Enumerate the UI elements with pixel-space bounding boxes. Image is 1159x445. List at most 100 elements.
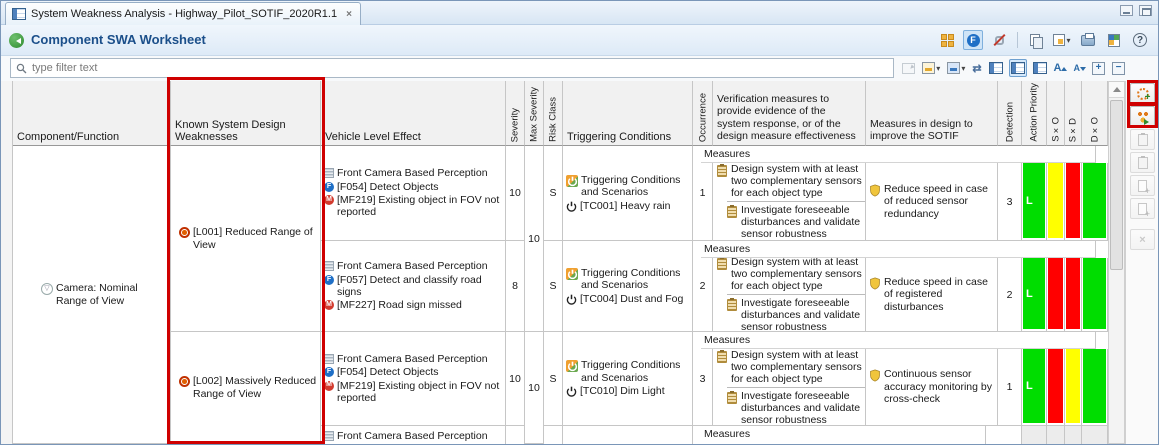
action-priority-cell[interactable]: L [1022, 349, 1047, 426]
detection-cell[interactable]: 1 [998, 349, 1022, 426]
measures-band: Measures [701, 332, 1096, 349]
detection-cell[interactable] [998, 426, 1022, 444]
sxo-cell[interactable] [1047, 426, 1065, 444]
design-measure-cell[interactable]: Reduce speed in case of reduced sensor r… [866, 163, 998, 241]
action-priority-cell[interactable] [1022, 426, 1047, 444]
triggering-cell[interactable] [563, 426, 693, 444]
col-header-design-measures[interactable]: Measures in design to improve the SOTIF [866, 81, 998, 146]
sxd-status [1066, 258, 1080, 329]
vehicle-effect-cell[interactable]: Front Camera Based Perception F[F054] De… [321, 146, 506, 241]
sxo-cell[interactable] [1047, 258, 1065, 332]
hide-not-relevant-icon[interactable] [989, 30, 1009, 50]
col-header-verification[interactable]: Verification measures to provide evidenc… [713, 81, 866, 146]
function-icon: F [324, 367, 334, 377]
font-increase-icon[interactable]: A [1053, 59, 1068, 77]
risk-class-cell[interactable]: S [544, 332, 563, 426]
mark-marker-dropdown-icon[interactable]: ▾ [946, 59, 966, 77]
vehicle-effect-cell[interactable]: Front Camera Based Perception F[F054] De… [321, 332, 506, 426]
col-header-occurrence[interactable]: Occurrence [693, 81, 713, 146]
scrollbar-thumb[interactable] [1110, 100, 1123, 270]
col-header-risk-class[interactable]: Risk Class [544, 81, 563, 146]
minimize-icon[interactable] [1120, 5, 1133, 16]
collapse-all-icon[interactable]: − [1111, 59, 1126, 77]
copy-icon[interactable] [1026, 30, 1046, 50]
table-view-icon[interactable] [988, 59, 1004, 77]
verification-measures-cell[interactable]: Design system with at least two compleme… [713, 163, 866, 241]
col-header-max-severity[interactable]: Max Severity [525, 81, 544, 146]
risk-class-cell[interactable]: S [544, 241, 563, 332]
table-view-alt-icon[interactable] [1032, 59, 1048, 77]
severity-cell[interactable] [506, 426, 525, 444]
vertical-scrollbar[interactable] [1108, 81, 1125, 444]
font-decrease-icon[interactable]: A [1073, 59, 1087, 77]
add-row-button[interactable] [1130, 175, 1155, 196]
max-severity-cell-l002[interactable]: 10 [525, 332, 544, 444]
help-icon[interactable]: ? [1130, 30, 1150, 50]
col-header-triggering[interactable]: Triggering Conditions [563, 81, 693, 146]
grid-view-icon[interactable] [937, 30, 957, 50]
open-in-editor-icon[interactable] [901, 59, 916, 77]
editor-tab[interactable]: System Weakness Analysis - Highway_Pilot… [5, 2, 361, 25]
col-header-severity[interactable]: Severity [506, 81, 525, 146]
layout-dropdown-icon[interactable]: ▾ [1052, 30, 1072, 50]
paste-special-button[interactable] [1130, 152, 1155, 173]
col-header-detection[interactable]: Detection [998, 81, 1022, 146]
sxd-cell[interactable] [1065, 163, 1082, 241]
filter-input[interactable]: type filter text [10, 58, 894, 78]
col-header-weaknesses[interactable]: Known System Design Weaknesses [171, 81, 321, 146]
paste-button[interactable] [1130, 129, 1155, 150]
severity-cell[interactable]: 10 [506, 146, 525, 241]
add-child-row-button[interactable] [1130, 198, 1155, 219]
vehicle-effect-cell[interactable]: Front Camera Based Perception F[F054] De… [321, 426, 506, 444]
severity-cell[interactable]: 10 [506, 332, 525, 426]
col-header-component[interactable]: Component/Function [13, 81, 171, 146]
sxd-cell[interactable] [1065, 426, 1082, 444]
verification-measures-cell[interactable]: Design system with at least two compleme… [713, 349, 866, 426]
risk-class-cell[interactable] [544, 426, 563, 444]
delete-button[interactable]: × [1130, 229, 1155, 250]
maximize-icon[interactable] [1139, 5, 1152, 16]
severity-cell[interactable]: 8 [506, 241, 525, 332]
detection-cell[interactable]: 3 [998, 163, 1022, 241]
component-cell[interactable]: Camera: Nominal Range of View [13, 146, 171, 444]
close-icon[interactable]: × [346, 9, 352, 20]
add-weakness-button[interactable] [1130, 83, 1155, 104]
col-header-action-priority[interactable]: Action Priority [1022, 81, 1047, 146]
risk-class-cell[interactable]: S [544, 146, 563, 241]
sxo-cell[interactable] [1047, 163, 1065, 241]
action-priority-cell[interactable]: L [1022, 258, 1047, 332]
sxo-cell[interactable] [1047, 349, 1065, 426]
dxo-cell[interactable] [1082, 349, 1108, 426]
add-weakness-causes-button[interactable] [1130, 106, 1155, 127]
sxd-cell[interactable] [1065, 349, 1082, 426]
weakness-cell-l001[interactable]: [L001] Reduced Range of View [171, 146, 321, 332]
action-priority-cell[interactable]: L [1022, 163, 1047, 241]
verification-measures-cell[interactable]: Design system with at least two compleme… [713, 258, 866, 332]
function-view-icon[interactable]: F [963, 30, 983, 50]
dxo-cell[interactable] [1082, 163, 1108, 241]
dxo-cell[interactable] [1082, 258, 1108, 332]
triggering-cell[interactable]: Triggering Conditions and Scenarios [TC0… [563, 332, 693, 426]
detection-cell[interactable]: 2 [998, 258, 1022, 332]
export-table-icon[interactable] [1104, 30, 1124, 50]
sxd-cell[interactable] [1065, 258, 1082, 332]
col-header-dxo[interactable]: D×O [1082, 81, 1108, 146]
design-measure-cell[interactable]: Reduce speed in case of registered distu… [866, 258, 998, 332]
design-measure-cell[interactable]: Continuous sensor accuracy monitoring by… [866, 349, 998, 426]
highlight-marker-dropdown-icon[interactable]: ▾ [921, 59, 941, 77]
dxo-cell[interactable] [1082, 426, 1108, 444]
col-header-sxo[interactable]: S×O [1047, 81, 1065, 146]
col-header-vehicle-effect[interactable]: Vehicle Level Effect [321, 81, 506, 146]
triggering-cell[interactable]: Triggering Conditions and Scenarios [TC0… [563, 241, 693, 332]
table-view-active-icon[interactable] [1009, 59, 1027, 77]
weakness-cell-l002[interactable]: [L002] Massively Reduced Range of View [171, 332, 321, 444]
print-icon[interactable] [1078, 30, 1098, 50]
compare-columns-icon[interactable]: ⇄ [971, 59, 982, 77]
col-header-sxd[interactable]: S×D [1065, 81, 1082, 146]
triggering-cell[interactable]: Triggering Conditions and Scenarios [TC0… [563, 146, 693, 241]
vehicle-effect-cell[interactable]: Front Camera Based Perception F[F057] De… [321, 241, 506, 332]
max-severity-cell-l001[interactable]: 10 [525, 146, 544, 332]
measures-band: Measures [701, 146, 1096, 163]
scroll-up-icon[interactable] [1109, 82, 1124, 98]
expand-all-icon[interactable]: + [1091, 59, 1106, 77]
